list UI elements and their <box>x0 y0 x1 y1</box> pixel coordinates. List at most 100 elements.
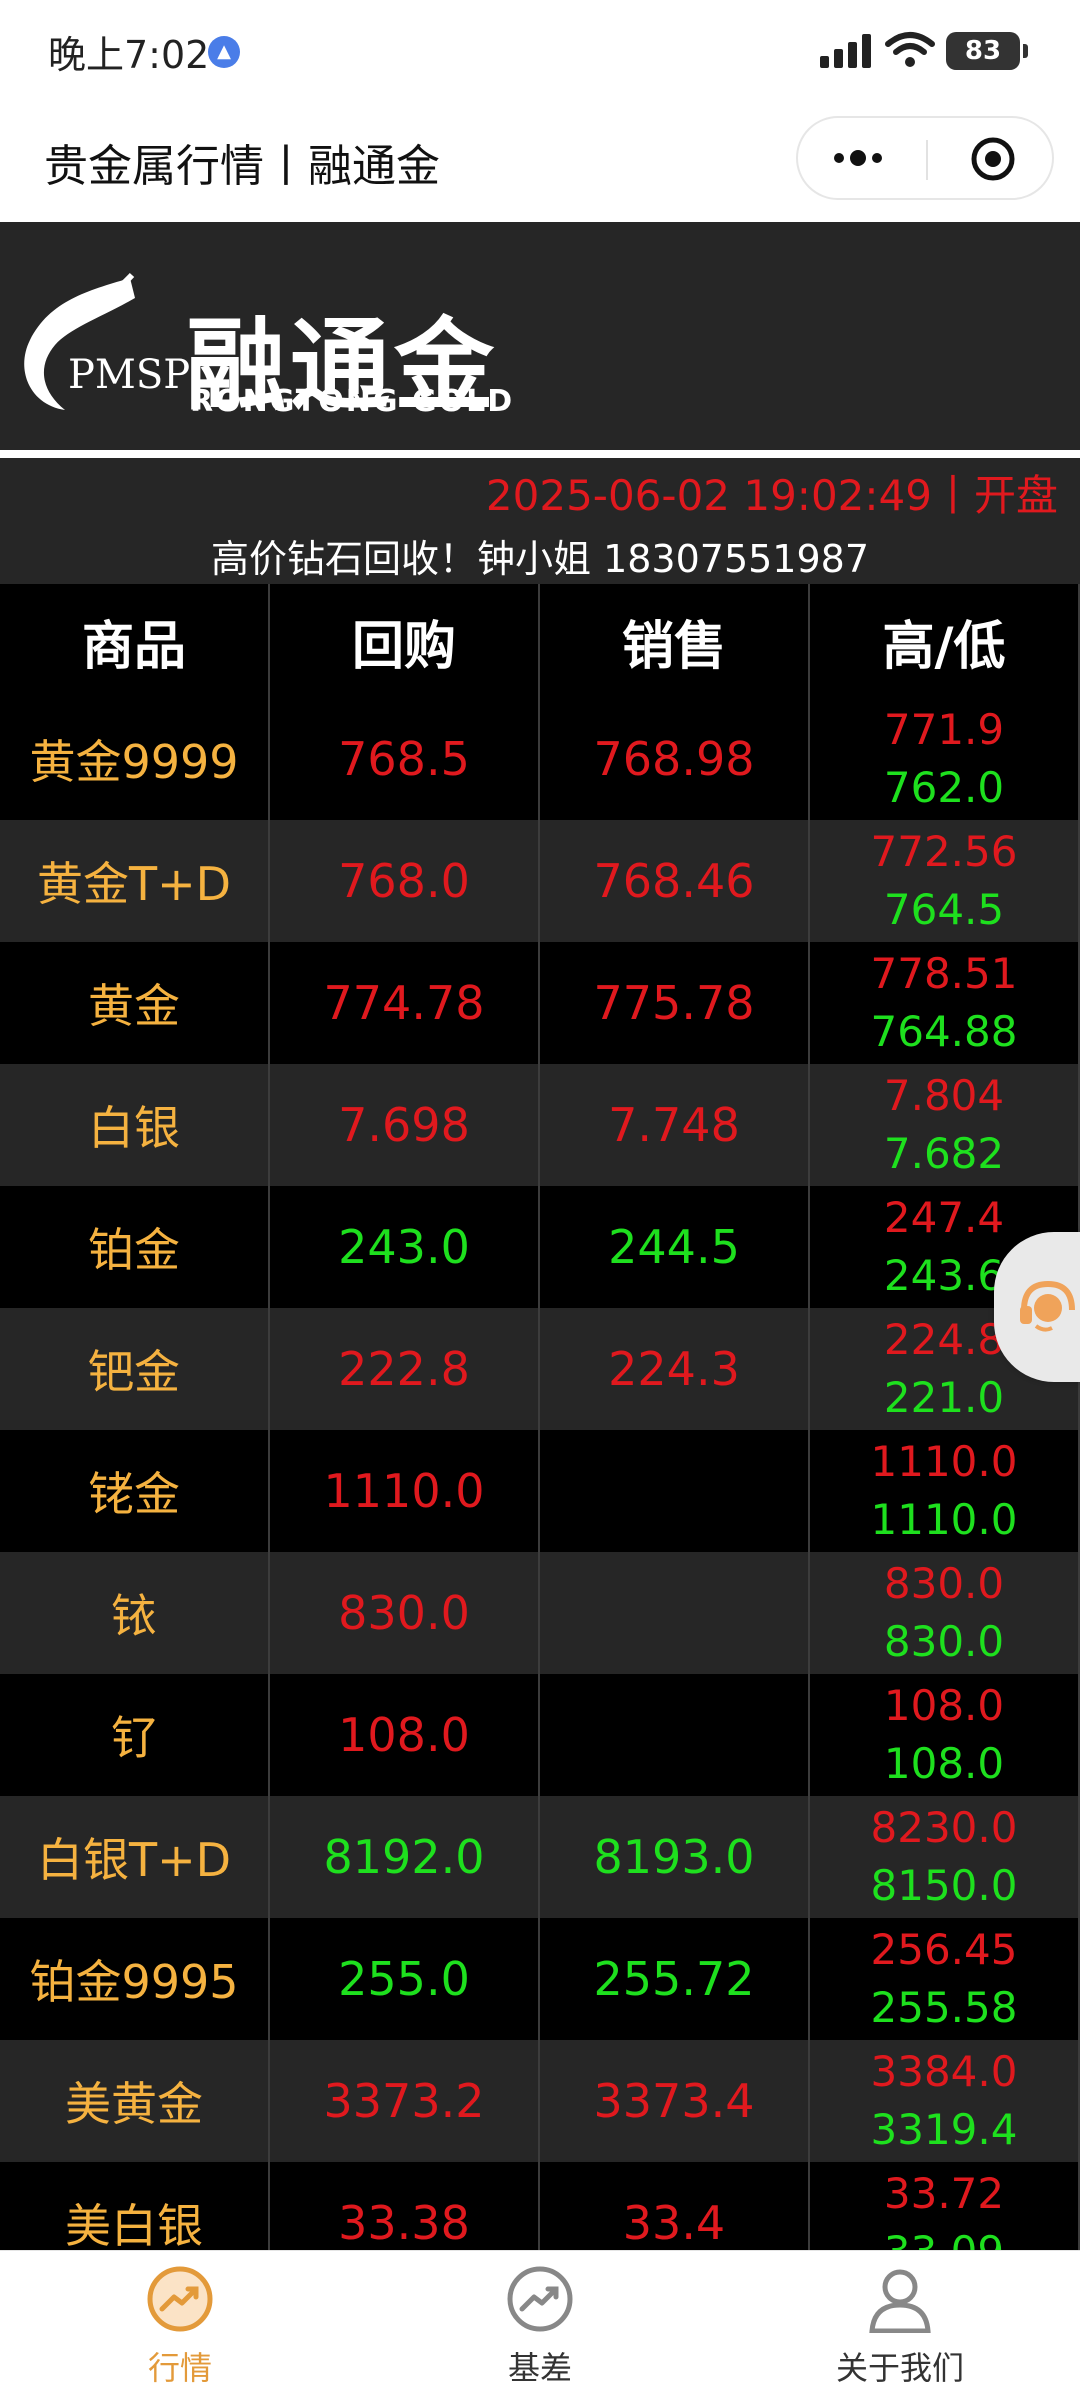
low-price: 255.58 <box>870 1983 1018 2032</box>
table-header: 商品 回购 销售 高/低 <box>0 584 1080 698</box>
buy-price: 830.0 <box>270 1552 540 1674</box>
buy-price: 222.8 <box>270 1308 540 1430</box>
table-row[interactable]: 铂金 243.0 244.5 247.4 243.6 <box>0 1186 1080 1308</box>
table-row[interactable]: 铱 830.0 830.0 830.0 <box>0 1552 1080 1674</box>
battery-icon: 83 <box>946 32 1028 70</box>
sell-price: 775.78 <box>540 942 810 1064</box>
high-price: 108.0 <box>883 1681 1005 1730</box>
low-price: 7.682 <box>883 1129 1005 1178</box>
buy-price: 1110.0 <box>270 1430 540 1552</box>
tab-basis[interactable]: 基差 <box>360 2251 720 2401</box>
table-row[interactable]: 白银 7.698 7.748 7.804 7.682 <box>0 1064 1080 1186</box>
high-price: 8230.0 <box>870 1803 1018 1852</box>
buy-price: 243.0 <box>270 1186 540 1308</box>
sell-price: 3373.4 <box>540 2040 810 2162</box>
product-name: 美黄金 <box>0 2040 270 2162</box>
low-price: 8150.0 <box>870 1861 1018 1910</box>
table-row[interactable]: 美黄金 3373.2 3373.4 3384.0 3319.4 <box>0 2040 1080 2162</box>
table-row[interactable]: 黄金9999 768.5 768.98 771.9 762.0 <box>0 698 1080 820</box>
buy-price: 255.0 <box>270 1918 540 2040</box>
page-title: 贵金属行情丨融通金 <box>44 141 440 192</box>
capsule-divider <box>926 140 928 180</box>
bottom-tabbar: 行情 基差 关于我们 <box>0 2250 1080 2401</box>
high-low: 830.0 830.0 <box>810 1552 1080 1674</box>
buy-price: 8192.0 <box>270 1796 540 1918</box>
close-target-icon[interactable] <box>970 136 1016 182</box>
price-table: 商品 回购 销售 高/低 黄金9999 768.5 768.98 771.9 7… <box>0 584 1080 2284</box>
market-datetime: 2025-06-02 19:02:49丨开盘 <box>485 471 1058 520</box>
info-strip: 2025-06-02 19:02:49丨开盘 高价钻石回收！钟小姐 183075… <box>0 458 1080 584</box>
header-buy: 回购 <box>270 584 540 698</box>
high-price: 256.45 <box>870 1925 1018 1974</box>
sell-price: 768.46 <box>540 820 810 942</box>
status-bar: 晚上7:02 ▲ 83 <box>0 0 1080 100</box>
product-name: 铂金 <box>0 1186 270 1308</box>
product-name: 黄金T+D <box>0 820 270 942</box>
product-name: 铑金 <box>0 1430 270 1552</box>
high-low: 8230.0 8150.0 <box>810 1796 1080 1918</box>
tab-market[interactable]: 行情 <box>0 2251 360 2401</box>
status-time: 晚上7:02 <box>48 33 210 77</box>
notice-text: 高价钻石回收！钟小姐 18307551987 <box>210 537 870 581</box>
high-price: 224.8 <box>883 1315 1005 1364</box>
sell-price <box>540 1552 810 1674</box>
high-price: 778.51 <box>870 949 1018 998</box>
headset-icon <box>1020 1280 1075 1332</box>
high-low: 256.45 255.58 <box>810 1918 1080 2040</box>
banner-divider <box>0 450 1080 455</box>
table-row[interactable]: 钌 108.0 108.0 108.0 <box>0 1674 1080 1796</box>
table-row[interactable]: 铂金9995 255.0 255.72 256.45 255.58 <box>0 1918 1080 2040</box>
sell-price: 255.72 <box>540 1918 810 2040</box>
tab-market-label: 行情 <box>147 2349 212 2387</box>
buy-price: 768.0 <box>270 820 540 942</box>
sell-price: 224.3 <box>540 1308 810 1430</box>
product-name: 白银 <box>0 1064 270 1186</box>
high-price: 830.0 <box>883 1559 1005 1608</box>
high-low: 771.9 762.0 <box>810 698 1080 820</box>
trend-icon <box>507 2266 573 2332</box>
table-row[interactable]: 铑金 1110.0 1110.0 1110.0 <box>0 1430 1080 1552</box>
high-low: 3384.0 3319.4 <box>810 2040 1080 2162</box>
product-name: 白银T+D <box>0 1796 270 1918</box>
buy-price: 768.5 <box>270 698 540 820</box>
high-price: 33.72 <box>883 2169 1005 2218</box>
product-name: 铂金9995 <box>0 1918 270 2040</box>
high-price: 772.56 <box>870 827 1018 876</box>
low-price: 3319.4 <box>870 2105 1018 2154</box>
brand-banner: PMSP 融通金 RONGTONG GOLD <box>0 222 1080 455</box>
product-name: 黄金9999 <box>0 698 270 820</box>
more-options-button[interactable] <box>830 138 900 178</box>
trend-icon <box>147 2266 213 2332</box>
miniprogram-capsule <box>796 116 1054 200</box>
sell-price: 7.748 <box>540 1064 810 1186</box>
buy-price: 7.698 <box>270 1064 540 1186</box>
high-price: 7.804 <box>883 1071 1005 1120</box>
product-name: 黄金 <box>0 942 270 1064</box>
high-low: 778.51 764.88 <box>810 942 1080 1064</box>
header-high-low: 高/低 <box>810 584 1080 698</box>
logo-pmsp-text: PMSP <box>68 352 191 398</box>
high-price: 1110.0 <box>870 1437 1018 1486</box>
high-low: 1110.0 1110.0 <box>810 1430 1080 1552</box>
low-price: 221.0 <box>883 1373 1005 1422</box>
app-titlebar: 贵金属行情丨融通金 <box>0 100 1080 222</box>
header-product: 商品 <box>0 584 270 698</box>
high-price: 247.4 <box>883 1193 1005 1242</box>
table-row[interactable]: 钯金 222.8 224.3 224.8 221.0 <box>0 1308 1080 1430</box>
tab-about[interactable]: 关于我们 <box>720 2251 1080 2401</box>
product-name: 钌 <box>0 1674 270 1796</box>
customer-service-button[interactable] <box>994 1232 1080 1382</box>
high-low: 7.804 7.682 <box>810 1064 1080 1186</box>
low-price: 764.88 <box>870 1007 1018 1056</box>
low-price: 243.6 <box>883 1251 1005 1300</box>
table-row[interactable]: 黄金T+D 768.0 768.46 772.56 764.5 <box>0 820 1080 942</box>
high-price: 3384.0 <box>870 2047 1018 2096</box>
table-row[interactable]: 白银T+D 8192.0 8193.0 8230.0 8150.0 <box>0 1796 1080 1918</box>
location-icon: ▲ <box>208 36 240 68</box>
logo-brand-en: RONGTONG GOLD <box>190 384 515 419</box>
low-price: 764.5 <box>883 885 1005 934</box>
sell-price <box>540 1674 810 1796</box>
sell-price <box>540 1430 810 1552</box>
sell-price: 768.98 <box>540 698 810 820</box>
table-row[interactable]: 黄金 774.78 775.78 778.51 764.88 <box>0 942 1080 1064</box>
